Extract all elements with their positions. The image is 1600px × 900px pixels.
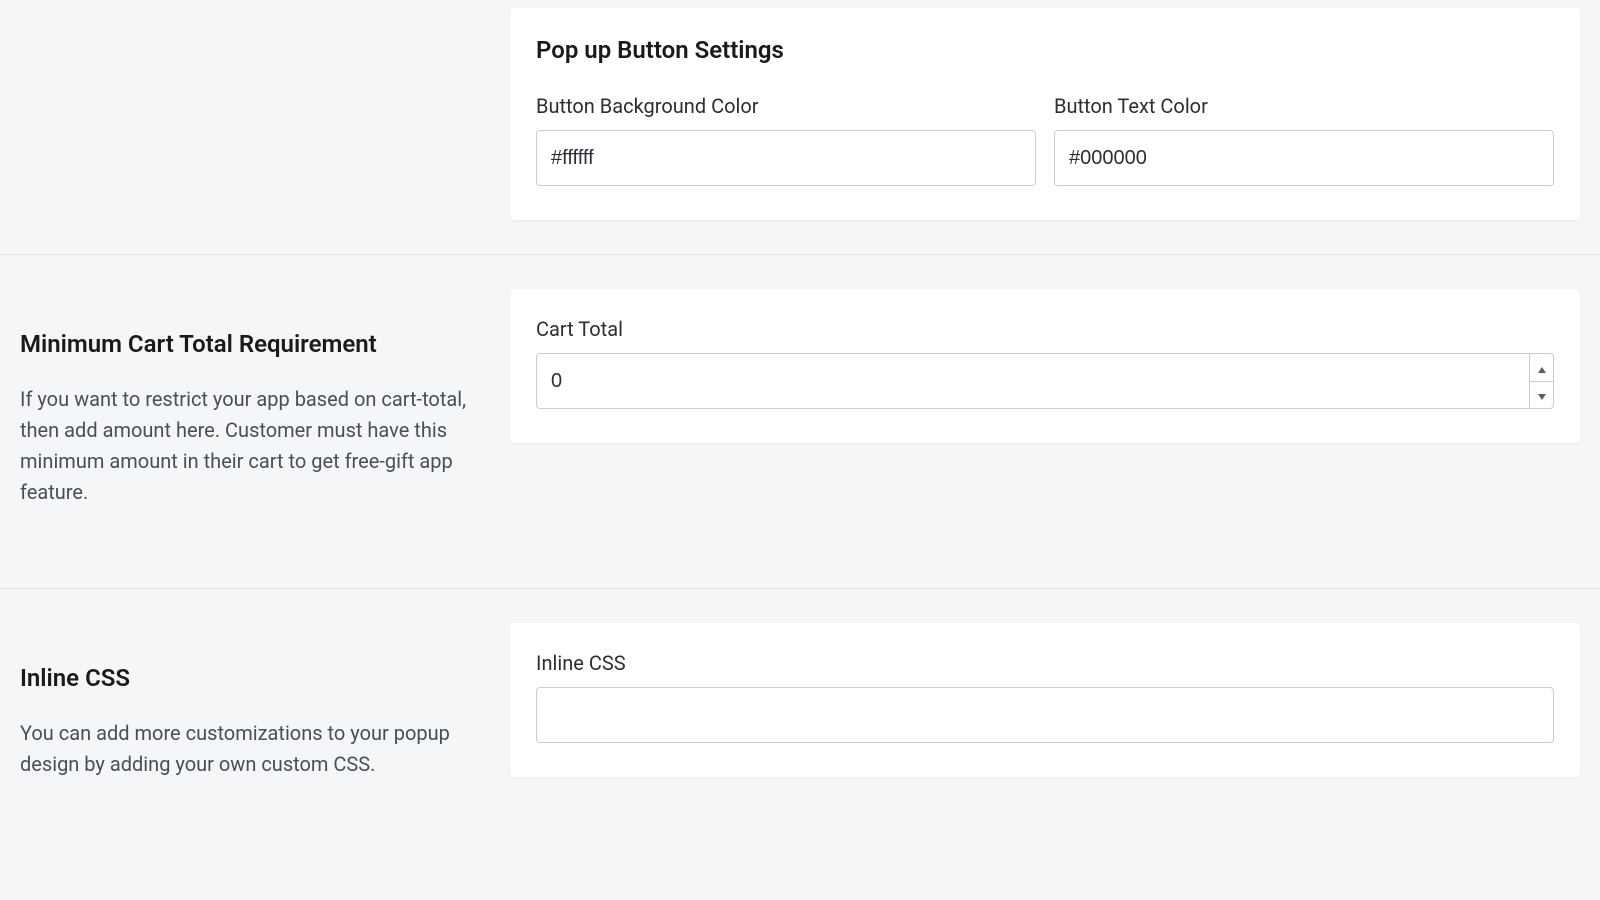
cart-total-wrap [536, 353, 1554, 409]
section-inline-css-left: Inline CSS You can add more customizatio… [20, 623, 510, 820]
cart-total-input[interactable] [537, 354, 1529, 408]
popup-button-card: Pop up Button Settings Button Background… [510, 8, 1580, 220]
section-min-cart-left: Minimum Cart Total Requirement If you wa… [20, 289, 510, 548]
inline-css-desc: You can add more customizations to your … [20, 718, 480, 780]
cart-total-spinners [1529, 354, 1553, 408]
bg-color-field: Button Background Color [536, 94, 1036, 186]
text-color-field: Button Text Color [1054, 94, 1554, 186]
cart-total-down-button[interactable] [1530, 382, 1553, 409]
inline-css-label: Inline CSS [536, 651, 1554, 675]
inline-css-heading: Inline CSS [20, 663, 480, 694]
inline-css-card: Inline CSS [510, 623, 1580, 777]
text-color-label: Button Text Color [1054, 94, 1554, 118]
min-cart-heading: Minimum Cart Total Requirement [20, 329, 480, 360]
cart-total-up-button[interactable] [1530, 354, 1553, 382]
chevron-down-icon [1538, 385, 1546, 404]
cart-total-label: Cart Total [536, 317, 1554, 341]
section-inline-css: Inline CSS You can add more customizatio… [0, 589, 1600, 870]
inline-css-input[interactable] [536, 687, 1554, 743]
min-cart-card: Cart Total [510, 289, 1580, 443]
bg-color-input[interactable] [536, 130, 1036, 186]
text-color-input[interactable] [1054, 130, 1554, 186]
section-min-cart: Minimum Cart Total Requirement If you wa… [0, 255, 1600, 589]
section-popup-button-left [20, 8, 510, 220]
section-popup-button: Pop up Button Settings Button Background… [0, 0, 1600, 255]
chevron-up-icon [1538, 358, 1546, 377]
popup-button-title: Pop up Button Settings [536, 36, 1554, 64]
min-cart-desc: If you want to restrict your app based o… [20, 384, 480, 508]
bg-color-label: Button Background Color [536, 94, 1036, 118]
